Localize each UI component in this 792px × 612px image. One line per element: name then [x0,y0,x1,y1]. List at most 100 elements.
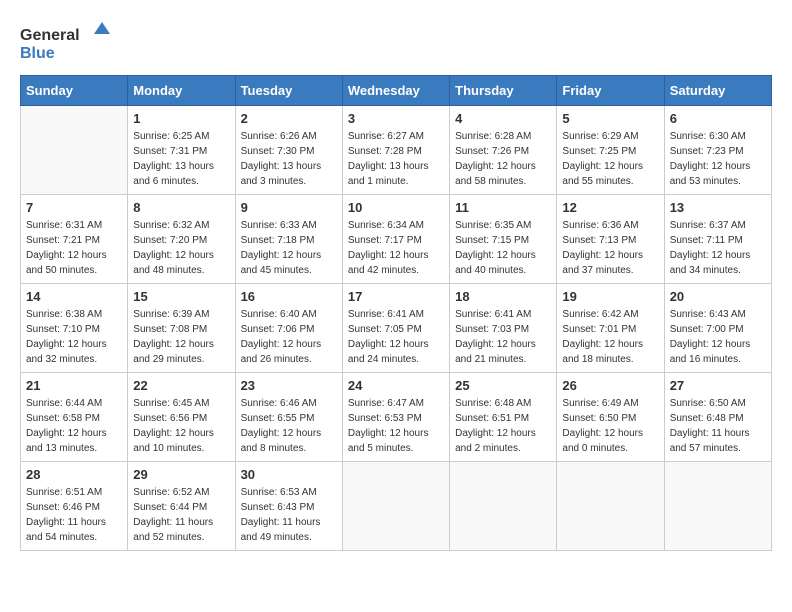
calendar-cell: 4 Sunrise: 6:28 AM Sunset: 7:26 PM Dayli… [450,106,557,195]
header-tuesday: Tuesday [235,76,342,106]
day-info: Sunrise: 6:37 AM Sunset: 7:11 PM Dayligh… [670,218,766,278]
calendar-cell: 20 Sunrise: 6:43 AM Sunset: 7:00 PM Dayl… [664,284,771,373]
day-info: Sunrise: 6:53 AM Sunset: 6:43 PM Dayligh… [241,485,337,545]
day-number: 27 [670,378,766,393]
day-info: Sunrise: 6:33 AM Sunset: 7:18 PM Dayligh… [241,218,337,278]
week-row-2: 7 Sunrise: 6:31 AM Sunset: 7:21 PM Dayli… [21,195,772,284]
day-number: 1 [133,111,229,126]
calendar-cell: 24 Sunrise: 6:47 AM Sunset: 6:53 PM Dayl… [342,373,449,462]
day-info: Sunrise: 6:52 AM Sunset: 6:44 PM Dayligh… [133,485,229,545]
header-thursday: Thursday [450,76,557,106]
calendar-cell: 17 Sunrise: 6:41 AM Sunset: 7:05 PM Dayl… [342,284,449,373]
calendar-cell: 5 Sunrise: 6:29 AM Sunset: 7:25 PM Dayli… [557,106,664,195]
header-friday: Friday [557,76,664,106]
day-number: 24 [348,378,444,393]
calendar-cell [664,462,771,551]
day-number: 8 [133,200,229,215]
calendar-cell [557,462,664,551]
calendar-table: SundayMondayTuesdayWednesdayThursdayFrid… [20,75,772,551]
day-number: 18 [455,289,551,304]
week-row-4: 21 Sunrise: 6:44 AM Sunset: 6:58 PM Dayl… [21,373,772,462]
day-number: 5 [562,111,658,126]
day-number: 29 [133,467,229,482]
day-info: Sunrise: 6:49 AM Sunset: 6:50 PM Dayligh… [562,396,658,456]
day-info: Sunrise: 6:38 AM Sunset: 7:10 PM Dayligh… [26,307,122,367]
day-info: Sunrise: 6:35 AM Sunset: 7:15 PM Dayligh… [455,218,551,278]
day-info: Sunrise: 6:40 AM Sunset: 7:06 PM Dayligh… [241,307,337,367]
day-info: Sunrise: 6:50 AM Sunset: 6:48 PM Dayligh… [670,396,766,456]
calendar-cell: 13 Sunrise: 6:37 AM Sunset: 7:11 PM Dayl… [664,195,771,284]
calendar-cell: 22 Sunrise: 6:45 AM Sunset: 6:56 PM Dayl… [128,373,235,462]
calendar-cell: 10 Sunrise: 6:34 AM Sunset: 7:17 PM Dayl… [342,195,449,284]
calendar-cell: 1 Sunrise: 6:25 AM Sunset: 7:31 PM Dayli… [128,106,235,195]
day-info: Sunrise: 6:41 AM Sunset: 7:03 PM Dayligh… [455,307,551,367]
day-number: 21 [26,378,122,393]
day-number: 14 [26,289,122,304]
day-info: Sunrise: 6:28 AM Sunset: 7:26 PM Dayligh… [455,129,551,189]
calendar-cell [21,106,128,195]
calendar-cell: 11 Sunrise: 6:35 AM Sunset: 7:15 PM Dayl… [450,195,557,284]
day-info: Sunrise: 6:43 AM Sunset: 7:00 PM Dayligh… [670,307,766,367]
day-number: 6 [670,111,766,126]
day-info: Sunrise: 6:46 AM Sunset: 6:55 PM Dayligh… [241,396,337,456]
calendar-cell [450,462,557,551]
svg-text:General: General [20,27,80,44]
day-number: 19 [562,289,658,304]
week-row-5: 28 Sunrise: 6:51 AM Sunset: 6:46 PM Dayl… [21,462,772,551]
calendar-cell: 30 Sunrise: 6:53 AM Sunset: 6:43 PM Dayl… [235,462,342,551]
calendar-cell: 6 Sunrise: 6:30 AM Sunset: 7:23 PM Dayli… [664,106,771,195]
calendar-cell: 21 Sunrise: 6:44 AM Sunset: 6:58 PM Dayl… [21,373,128,462]
calendar-cell: 28 Sunrise: 6:51 AM Sunset: 6:46 PM Dayl… [21,462,128,551]
calendar-cell: 26 Sunrise: 6:49 AM Sunset: 6:50 PM Dayl… [557,373,664,462]
day-number: 28 [26,467,122,482]
day-number: 3 [348,111,444,126]
day-info: Sunrise: 6:51 AM Sunset: 6:46 PM Dayligh… [26,485,122,545]
calendar-cell: 14 Sunrise: 6:38 AM Sunset: 7:10 PM Dayl… [21,284,128,373]
header-monday: Monday [128,76,235,106]
day-number: 9 [241,200,337,215]
day-info: Sunrise: 6:25 AM Sunset: 7:31 PM Dayligh… [133,129,229,189]
calendar-cell: 18 Sunrise: 6:41 AM Sunset: 7:03 PM Dayl… [450,284,557,373]
week-row-1: 1 Sunrise: 6:25 AM Sunset: 7:31 PM Dayli… [21,106,772,195]
week-row-3: 14 Sunrise: 6:38 AM Sunset: 7:10 PM Dayl… [21,284,772,373]
day-number: 16 [241,289,337,304]
day-info: Sunrise: 6:26 AM Sunset: 7:30 PM Dayligh… [241,129,337,189]
svg-text:Blue: Blue [20,45,55,62]
day-number: 10 [348,200,444,215]
day-info: Sunrise: 6:36 AM Sunset: 7:13 PM Dayligh… [562,218,658,278]
calendar-cell: 23 Sunrise: 6:46 AM Sunset: 6:55 PM Dayl… [235,373,342,462]
day-info: Sunrise: 6:44 AM Sunset: 6:58 PM Dayligh… [26,396,122,456]
day-info: Sunrise: 6:48 AM Sunset: 6:51 PM Dayligh… [455,396,551,456]
day-number: 26 [562,378,658,393]
day-number: 7 [26,200,122,215]
day-number: 22 [133,378,229,393]
calendar-cell: 16 Sunrise: 6:40 AM Sunset: 7:06 PM Dayl… [235,284,342,373]
day-number: 30 [241,467,337,482]
calendar-cell: 27 Sunrise: 6:50 AM Sunset: 6:48 PM Dayl… [664,373,771,462]
page-header: General Blue [20,20,772,65]
calendar-header-row: SundayMondayTuesdayWednesdayThursdayFrid… [21,76,772,106]
day-number: 4 [455,111,551,126]
day-info: Sunrise: 6:45 AM Sunset: 6:56 PM Dayligh… [133,396,229,456]
calendar-cell: 29 Sunrise: 6:52 AM Sunset: 6:44 PM Dayl… [128,462,235,551]
day-info: Sunrise: 6:27 AM Sunset: 7:28 PM Dayligh… [348,129,444,189]
day-info: Sunrise: 6:29 AM Sunset: 7:25 PM Dayligh… [562,129,658,189]
calendar-cell: 7 Sunrise: 6:31 AM Sunset: 7:21 PM Dayli… [21,195,128,284]
header-wednesday: Wednesday [342,76,449,106]
calendar-cell: 9 Sunrise: 6:33 AM Sunset: 7:18 PM Dayli… [235,195,342,284]
day-number: 20 [670,289,766,304]
calendar-cell: 19 Sunrise: 6:42 AM Sunset: 7:01 PM Dayl… [557,284,664,373]
calendar-cell: 15 Sunrise: 6:39 AM Sunset: 7:08 PM Dayl… [128,284,235,373]
header-sunday: Sunday [21,76,128,106]
day-info: Sunrise: 6:30 AM Sunset: 7:23 PM Dayligh… [670,129,766,189]
day-number: 2 [241,111,337,126]
day-number: 11 [455,200,551,215]
day-number: 17 [348,289,444,304]
day-info: Sunrise: 6:32 AM Sunset: 7:20 PM Dayligh… [133,218,229,278]
day-info: Sunrise: 6:41 AM Sunset: 7:05 PM Dayligh… [348,307,444,367]
day-info: Sunrise: 6:31 AM Sunset: 7:21 PM Dayligh… [26,218,122,278]
calendar-cell: 12 Sunrise: 6:36 AM Sunset: 7:13 PM Dayl… [557,195,664,284]
day-info: Sunrise: 6:42 AM Sunset: 7:01 PM Dayligh… [562,307,658,367]
day-number: 12 [562,200,658,215]
calendar-cell: 3 Sunrise: 6:27 AM Sunset: 7:28 PM Dayli… [342,106,449,195]
